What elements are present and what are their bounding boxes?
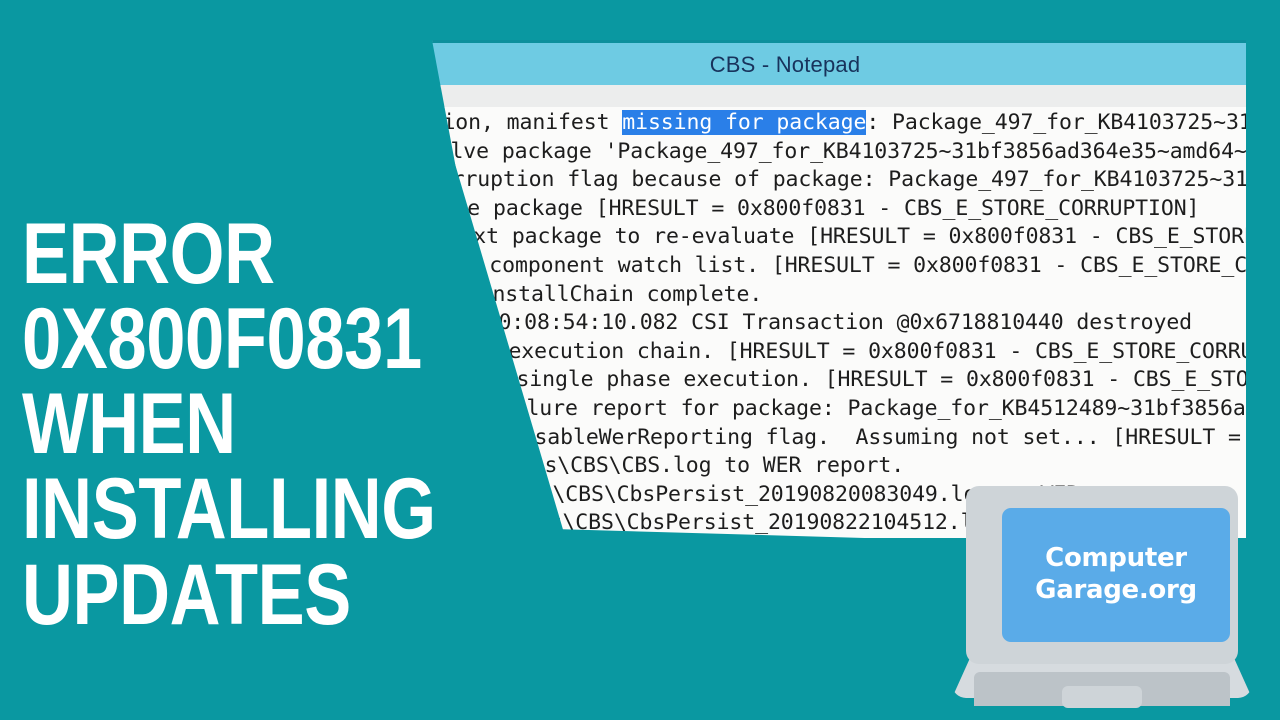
log-line: to process component watch list. [HRESUL…	[432, 252, 1246, 281]
log-line: o process single phase execution. [HRESU…	[432, 366, 1246, 395]
notepad-menu-strip[interactable]	[432, 85, 1246, 108]
log-line: rating failure report for package: Packa…	[432, 395, 1246, 424]
log-line: ed to resolve package 'Package_497_for_K…	[432, 138, 1246, 167]
notepad-log-text: re corruption, manifest missing for pack…	[432, 109, 1246, 538]
log-line: InstallUninstallChain complete.	[432, 281, 1246, 310]
headline-line-5: Updates	[22, 546, 351, 643]
laptop-screen-icon: Computer Garage.org	[1002, 508, 1230, 642]
log-text: 0@2019/9/10:08:54:10.082 CSI Transaction…	[432, 310, 1193, 336]
log-line: o query DisableWerReporting flag. Assumi…	[432, 424, 1246, 453]
log-text: o process single phase execution. [HRESU…	[432, 367, 1246, 393]
log-text: rating failure report for package: Packa…	[432, 395, 1246, 421]
log-line: o execute execution chain. [HRESULT = 0x…	[432, 338, 1246, 367]
laptop-trackpad-icon	[1062, 686, 1142, 708]
log-text: store corruption flag because of package…	[432, 167, 1246, 193]
log-line: d to get next package to re-evaluate [HR…	[432, 223, 1246, 252]
log-text: re corruption, manifest	[432, 110, 610, 135]
log-text: : Package_497_for_KB4103725~31bf3856ad36…	[866, 110, 1246, 135]
headline-line-3: When	[22, 376, 236, 473]
logo-line-1: Computer	[1045, 543, 1187, 574]
notepad-text-area[interactable]: re corruption, manifest missing for pack…	[432, 107, 1246, 538]
log-line: d to resolve package [HRESULT = 0x800f08…	[432, 195, 1246, 224]
log-line: re corruption, manifest missing for pack…	[432, 109, 1246, 138]
log-text: o query DisableWerReporting flag. Assumi…	[432, 424, 1241, 450]
page-title: Error 0x800f0831 When Installing Updates	[22, 206, 492, 643]
headline-line-1: Error	[22, 206, 275, 302]
log-line: indows\Logs\CBS\CBS.log to WER report.	[432, 452, 1246, 481]
brand-logo: Computer Garage.org	[952, 486, 1262, 720]
log-text: d to resolve package [HRESULT = 0x800f08…	[432, 195, 1200, 221]
headline-line-4: Installing	[22, 461, 436, 558]
logo-line-2: Garage.org	[1035, 575, 1197, 605]
log-line: store corruption flag because of package…	[432, 166, 1246, 195]
thumbnail-canvas: CBS - Notepad re corruption, manifest mi…	[0, 0, 1280, 720]
notepad-window-title: CBS - Notepad	[709, 52, 861, 77]
log-line: 0@2019/9/10:08:54:10.082 CSI Transaction…	[432, 309, 1246, 338]
log-text: ed to resolve package 'Package_497_for_K…	[432, 138, 1246, 164]
selected-text[interactable]: missing for package	[622, 110, 866, 135]
log-text: d to get next package to re-evaluate [HR…	[432, 224, 1246, 250]
headline-line-2: 0x800f0831	[22, 291, 422, 388]
log-text: o execute execution chain. [HRESULT = 0x…	[432, 338, 1246, 364]
notepad-titlebar[interactable]: CBS - Notepad	[432, 40, 1246, 88]
log-text: to process component watch list. [HRESUL…	[432, 252, 1246, 278]
laptop-lid-icon: Computer Garage.org	[966, 486, 1238, 664]
